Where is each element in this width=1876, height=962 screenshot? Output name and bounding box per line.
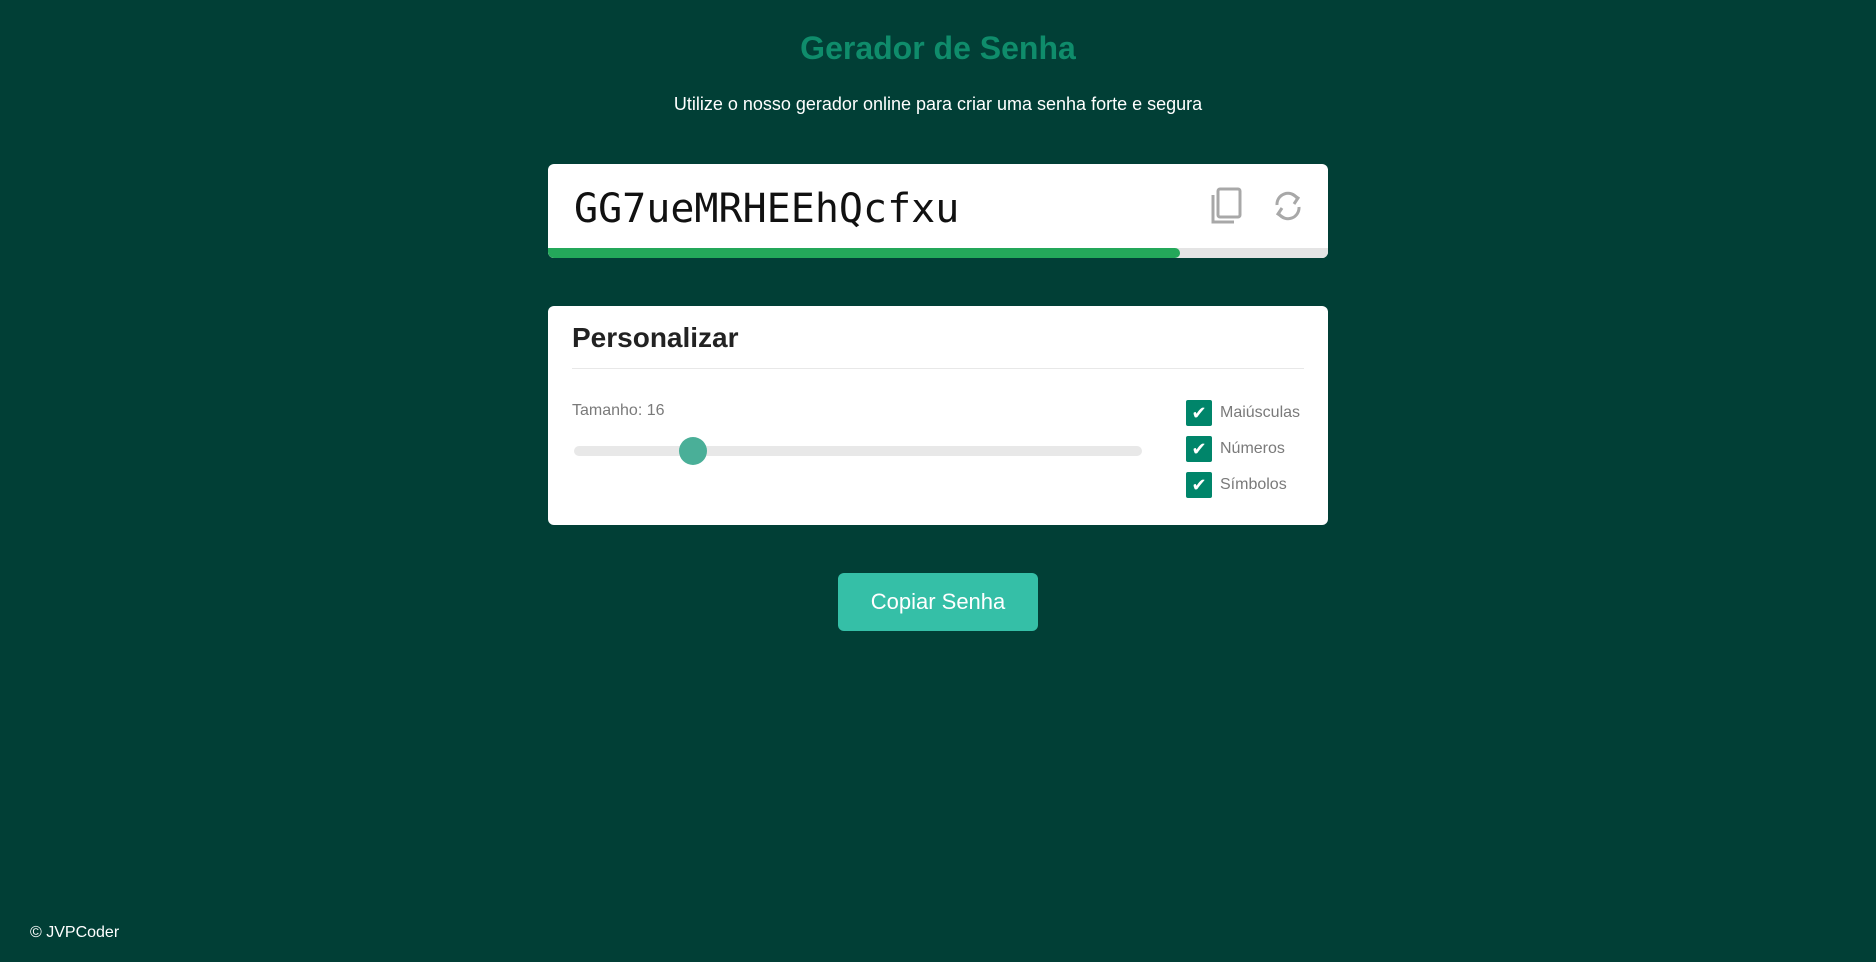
- page-title: Gerador de Senha: [800, 30, 1076, 66]
- copy-icon: [1211, 187, 1242, 224]
- customize-divider: [572, 368, 1304, 369]
- option-symbols[interactable]: ✔ Símbolos: [1186, 472, 1300, 498]
- customize-title: Personalizar: [572, 322, 739, 353]
- options-list: ✔ Maiúsculas ✔ Números ✔ Símbolos: [1186, 400, 1300, 498]
- size-value: 16: [646, 402, 665, 419]
- checkbox-numbers[interactable]: ✔: [1186, 436, 1212, 462]
- page: Gerador de Senha Utilize o nosso gerador…: [0, 0, 1876, 962]
- customize-card: Personalizar Tamanho: 16 ✔ Maiúsculas ✔ …: [548, 306, 1328, 525]
- footer-credit: © JVPCoder: [30, 924, 120, 941]
- page-subtitle: Utilize o nosso gerador online para cria…: [673, 94, 1203, 114]
- option-numbers-label: Números: [1220, 440, 1285, 457]
- copy-password-button[interactable]: Copiar Senha: [838, 573, 1038, 631]
- size-slider-track: [574, 446, 1142, 456]
- option-uppercase-label: Maiúsculas: [1220, 404, 1301, 421]
- option-numbers[interactable]: ✔ Números: [1186, 436, 1300, 462]
- size-slider[interactable]: [574, 437, 1142, 465]
- checkbox-symbols[interactable]: ✔: [1186, 472, 1212, 498]
- strength-bar-fill: [548, 248, 1180, 258]
- checkbox-uppercase[interactable]: ✔: [1186, 400, 1212, 426]
- password-actions: [1206, 184, 1308, 228]
- password-output[interactable]: GG7ueMRHEEhQcfxu: [574, 186, 959, 232]
- password-card: GG7ueMRHEEhQcfxu: [548, 164, 1328, 258]
- strength-bar: [548, 248, 1328, 258]
- size-label: Tamanho: 16: [572, 402, 665, 420]
- refresh-button[interactable]: [1268, 184, 1308, 228]
- option-symbols-label: Símbolos: [1220, 476, 1287, 493]
- refresh-icon: [1275, 191, 1301, 221]
- copy-button[interactable]: [1206, 184, 1246, 228]
- size-label-text: Tamanho:: [572, 402, 643, 419]
- option-uppercase[interactable]: ✔ Maiúsculas: [1186, 400, 1300, 426]
- size-slider-thumb[interactable]: [679, 437, 708, 465]
